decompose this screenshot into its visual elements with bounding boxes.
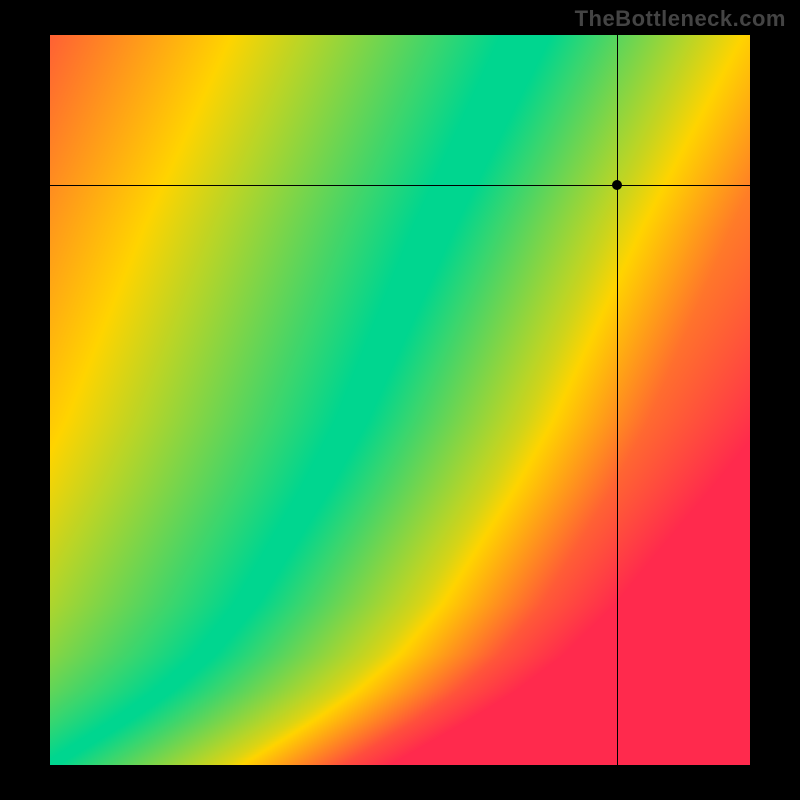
chart-frame: TheBottleneck.com [0,0,800,800]
plot-area [50,35,750,765]
crosshair-marker [612,180,622,190]
crosshair-vertical [617,35,618,765]
heatmap-canvas [50,35,750,765]
watermark-text: TheBottleneck.com [575,6,786,32]
crosshair-horizontal [50,185,750,186]
